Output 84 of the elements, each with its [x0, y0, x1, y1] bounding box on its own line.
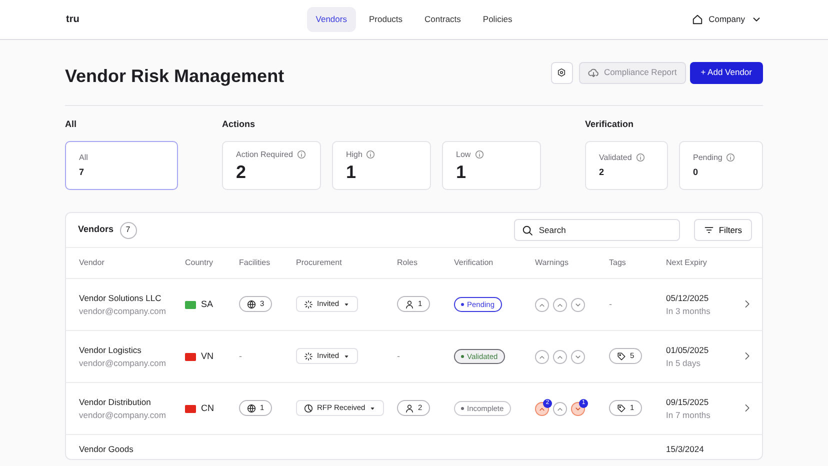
cloud-upload-icon [588, 67, 599, 78]
search-field[interactable]: Search [514, 219, 680, 241]
info-icon [366, 150, 376, 160]
tag-icon [617, 404, 626, 412]
globe-icon [247, 404, 256, 412]
stat-value: 7 [79, 166, 86, 179]
globe-icon [247, 300, 256, 308]
stat-label: Action Required [236, 148, 293, 161]
caret-icon [343, 352, 350, 360]
info-icon [726, 153, 736, 162]
page-title: Vendor Risk Management [65, 64, 286, 88]
column-header: Verification [454, 257, 494, 269]
company-menu[interactable]: Company [708, 13, 745, 26]
loader-icon [304, 300, 313, 308]
stat-label: Pending [693, 152, 722, 164]
stat-label: Low [456, 148, 471, 161]
stat-card[interactable]: All 7 [65, 141, 178, 190]
section-title: Verification [585, 118, 635, 130]
expiry-date: 09/15/2025 [666, 396, 710, 408]
column-header: Country [185, 257, 214, 269]
brand-logo[interactable]: tru [66, 12, 266, 27]
empty-value: - [239, 350, 242, 361]
pie-chart-icon [304, 404, 313, 412]
add-vendor-button[interactable]: + Add Vendor [690, 62, 763, 84]
vendor-email: vendor@company.com [79, 356, 167, 370]
column-header: Vendor [79, 257, 106, 269]
expiry-note: In 7 months [666, 408, 712, 422]
loader-icon [304, 352, 313, 360]
column-header: Procurement [296, 257, 343, 269]
empty-value: - [609, 298, 612, 309]
count-badge: 7 [120, 222, 137, 238]
vendor-name[interactable]: Vendor Logistics [79, 344, 185, 356]
person-icon [405, 404, 414, 412]
stat-value: 1 [456, 162, 468, 182]
stat-card[interactable]: Validated 2 [585, 141, 668, 190]
person-icon [405, 300, 414, 308]
column-header: Roles [397, 257, 418, 269]
column-header: Facilities [239, 257, 272, 269]
caret-icon [369, 404, 376, 412]
nav-tab[interactable]: Products [360, 7, 412, 32]
country-code: SA [201, 298, 214, 311]
filters-button[interactable]: Filters [694, 219, 752, 241]
stat-value: 2 [236, 162, 248, 182]
stat-value: 1 [346, 162, 358, 182]
expiry-note: In 5 days [666, 356, 702, 370]
country-code: VN [201, 350, 214, 363]
stat-card[interactable]: High 1 [332, 141, 431, 190]
vendor-name[interactable]: Vendor Distribution [79, 396, 185, 408]
stat-label: Validated [599, 152, 632, 164]
stat-value: 0 [693, 166, 700, 179]
info-icon [296, 150, 306, 160]
nav-tab[interactable]: Contracts [416, 7, 470, 32]
stat-card[interactable]: Low 1 [442, 141, 541, 190]
country-code: CN [201, 402, 214, 415]
column-header: Next Expiry [666, 257, 708, 269]
vendor-name[interactable]: Vendor Goods [79, 443, 185, 456]
stat-card[interactable]: Action Required 2 [222, 141, 321, 190]
settings-button[interactable] [550, 62, 573, 84]
expiry-date: 01/05/2025 [666, 344, 710, 356]
nav-tab[interactable]: Vendors [306, 7, 356, 32]
table-title: Vendors [78, 223, 114, 236]
stat-label: High [346, 148, 362, 161]
tag-icon [617, 352, 626, 360]
section-title: All [65, 118, 78, 130]
home-icon [692, 14, 703, 25]
expiry-date: 05/12/2025 [666, 292, 710, 304]
expiry-note: In 3 months [666, 304, 712, 318]
caret-icon [343, 300, 350, 308]
settings-icon [557, 68, 566, 77]
stat-card[interactable]: Pending 0 [679, 141, 763, 190]
expiry-date: 15/3/2024 [666, 443, 705, 456]
stat-label: All [79, 152, 88, 164]
section-title: Actions [222, 118, 256, 130]
vendor-email: vendor@company.com [79, 408, 167, 422]
vendor-name[interactable]: Vendor Solutions LLC [79, 292, 185, 304]
vendor-email: vendor@company.com [79, 304, 167, 318]
column-header: Warnings [535, 257, 570, 269]
info-icon [474, 150, 484, 160]
info-icon [636, 153, 645, 162]
nav-tab[interactable]: Policies [474, 7, 522, 32]
stat-value: 2 [599, 166, 606, 179]
column-header: Tags [609, 257, 627, 269]
filter-icon [704, 225, 714, 235]
empty-value: - [397, 350, 400, 361]
